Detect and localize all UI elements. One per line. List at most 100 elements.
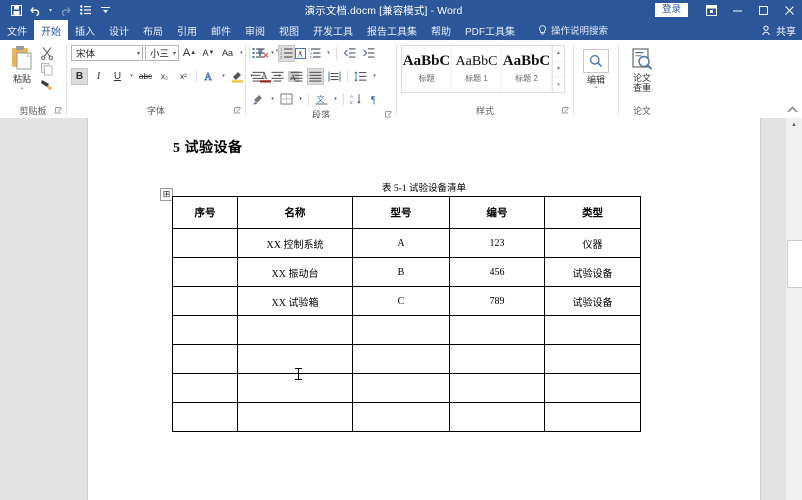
undo-dropdown-caret[interactable]: ▾ (46, 1, 55, 19)
table-header-cell[interactable]: 编号 (449, 196, 545, 229)
table-cell[interactable] (172, 228, 238, 258)
table-cell[interactable]: XX 试验箱 (237, 286, 353, 316)
ribbon-display-options-icon[interactable] (698, 0, 724, 20)
table-cell[interactable] (544, 315, 641, 345)
equipment-table[interactable]: 序号 名称 型号 编号 类型 XX 控制系统 A 123 仪器 XX 振动台 B (172, 196, 641, 432)
document-canvas[interactable]: 5 试验设备 表 5-1 试验设备清单 ⊞ 序号 名称 型号 编号 类型 XX … (0, 118, 802, 500)
collapse-ribbon-icon[interactable] (787, 106, 798, 116)
sign-in-button[interactable]: 登录 (654, 3, 688, 17)
tab-layout[interactable]: 布局 (136, 20, 170, 40)
table-cell[interactable] (352, 373, 450, 403)
table-cell[interactable]: 123 (449, 228, 545, 258)
cut-button[interactable] (40, 46, 54, 60)
superscript-button[interactable]: x² (175, 68, 192, 85)
tab-design[interactable]: 设计 (102, 20, 136, 40)
line-spacing-caret[interactable]: ▾ (371, 73, 378, 79)
copy-button[interactable] (40, 62, 54, 76)
shading-caret[interactable]: ▾ (269, 96, 276, 102)
share-button[interactable]: 共享 (762, 20, 796, 40)
tab-file[interactable]: 文件 (0, 20, 34, 40)
table-cell[interactable] (544, 402, 641, 432)
tab-help[interactable]: 帮助 (424, 20, 458, 40)
table-header-cell[interactable]: 类型 (544, 196, 641, 229)
minimize-icon[interactable] (724, 0, 750, 20)
tab-review[interactable]: 审阅 (238, 20, 272, 40)
tab-view[interactable]: 视图 (272, 20, 306, 40)
numbering-caret[interactable]: ▾ (297, 50, 304, 56)
table-cell[interactable] (172, 257, 238, 287)
format-painter-button[interactable] (40, 78, 54, 92)
asian-layout-caret[interactable]: ▾ (332, 96, 339, 102)
underline-caret[interactable]: ▾ (128, 73, 135, 79)
table-cell[interactable] (172, 315, 238, 345)
styles-scroll-down[interactable]: ▼ (553, 62, 564, 78)
italic-button[interactable]: I (90, 68, 107, 85)
maximize-icon[interactable] (750, 0, 776, 20)
table-cell[interactable] (544, 373, 641, 403)
show-paragraph-marks-button[interactable]: ¶ (367, 91, 384, 108)
undo-icon[interactable] (26, 1, 46, 19)
table-cell[interactable]: 456 (449, 257, 545, 287)
tab-home[interactable]: 开始 (34, 20, 68, 40)
shading-button[interactable] (250, 91, 267, 108)
table-cell[interactable]: XX 振动台 (237, 257, 353, 287)
asian-layout-button[interactable]: 文 (313, 91, 330, 108)
style-item-title[interactable]: AaBbC 标题 (402, 46, 452, 92)
table-cell[interactable] (544, 344, 641, 374)
redo-icon[interactable] (55, 1, 75, 19)
bold-button[interactable]: B (71, 67, 88, 85)
table-cell[interactable] (172, 402, 238, 432)
table-cell[interactable] (237, 373, 353, 403)
table-cell[interactable] (449, 315, 545, 345)
shrink-font-button[interactable]: A ▼ (200, 45, 217, 62)
table-cell[interactable]: 试验设备 (544, 286, 641, 316)
table-cell[interactable]: 仪器 (544, 228, 641, 258)
justify-button[interactable] (307, 67, 324, 85)
table-cell[interactable] (449, 373, 545, 403)
style-item-heading-1[interactable]: AaBbC 标题 1 (452, 46, 502, 92)
font-name-combo[interactable]: 宋体 ▾ (71, 45, 143, 61)
multilevel-caret[interactable]: ▾ (325, 50, 332, 56)
table-cell[interactable] (352, 402, 450, 432)
table-cell[interactable] (352, 344, 450, 374)
style-item-heading-2[interactable]: AaBbC 标题 2 (502, 46, 552, 92)
customize-qat-icon[interactable] (95, 1, 115, 19)
table-cell[interactable] (237, 402, 353, 432)
vertical-scrollbar[interactable]: ▲ (785, 118, 802, 500)
line-spacing-button[interactable] (352, 68, 369, 85)
numbering-button[interactable]: 123 (278, 44, 295, 62)
tab-references[interactable]: 引用 (170, 20, 204, 40)
scroll-up-arrow[interactable]: ▲ (786, 118, 802, 132)
bullet-list-icon[interactable] (75, 1, 95, 19)
change-case-caret[interactable]: ▾ (238, 50, 245, 56)
styles-dialog-launcher[interactable] (561, 106, 570, 115)
tab-mailings[interactable]: 邮件 (204, 20, 238, 40)
clipboard-dialog-launcher[interactable] (54, 106, 63, 115)
table-cell[interactable] (172, 373, 238, 403)
tab-report-tools[interactable]: 报告工具集 (360, 20, 424, 40)
table-cell[interactable]: C (352, 286, 450, 316)
styles-scroll[interactable]: ▲ ▼ ▾ (552, 46, 564, 92)
paste-button[interactable]: 粘贴 ⌄ (4, 43, 40, 91)
align-right-button[interactable] (288, 68, 305, 85)
change-case-button[interactable]: Aa (219, 45, 236, 62)
table-cell[interactable]: A (352, 228, 450, 258)
table-cell[interactable] (237, 344, 353, 374)
styles-more[interactable]: ▾ (553, 77, 564, 92)
text-effects-caret[interactable]: ▾ (220, 73, 227, 79)
grow-font-button[interactable]: A ▲ (181, 45, 198, 62)
editing-button[interactable]: 编辑 ⌄ (578, 46, 614, 90)
table-cell[interactable] (237, 315, 353, 345)
tab-developer[interactable]: 开发工具 (306, 20, 360, 40)
table-cell[interactable]: XX 控制系统 (237, 228, 353, 258)
paste-caret[interactable]: ⌄ (19, 85, 24, 91)
bullets-button[interactable] (250, 45, 267, 62)
save-icon[interactable] (6, 1, 26, 19)
styles-scroll-up[interactable]: ▲ (553, 46, 564, 62)
table-cell[interactable]: B (352, 257, 450, 287)
strikethrough-button[interactable]: abc (137, 68, 154, 85)
borders-caret[interactable]: ▾ (297, 96, 304, 102)
thesis-check-button[interactable]: 论文 查重 (623, 44, 661, 93)
close-icon[interactable] (776, 0, 802, 20)
highlight-button[interactable] (229, 68, 246, 85)
